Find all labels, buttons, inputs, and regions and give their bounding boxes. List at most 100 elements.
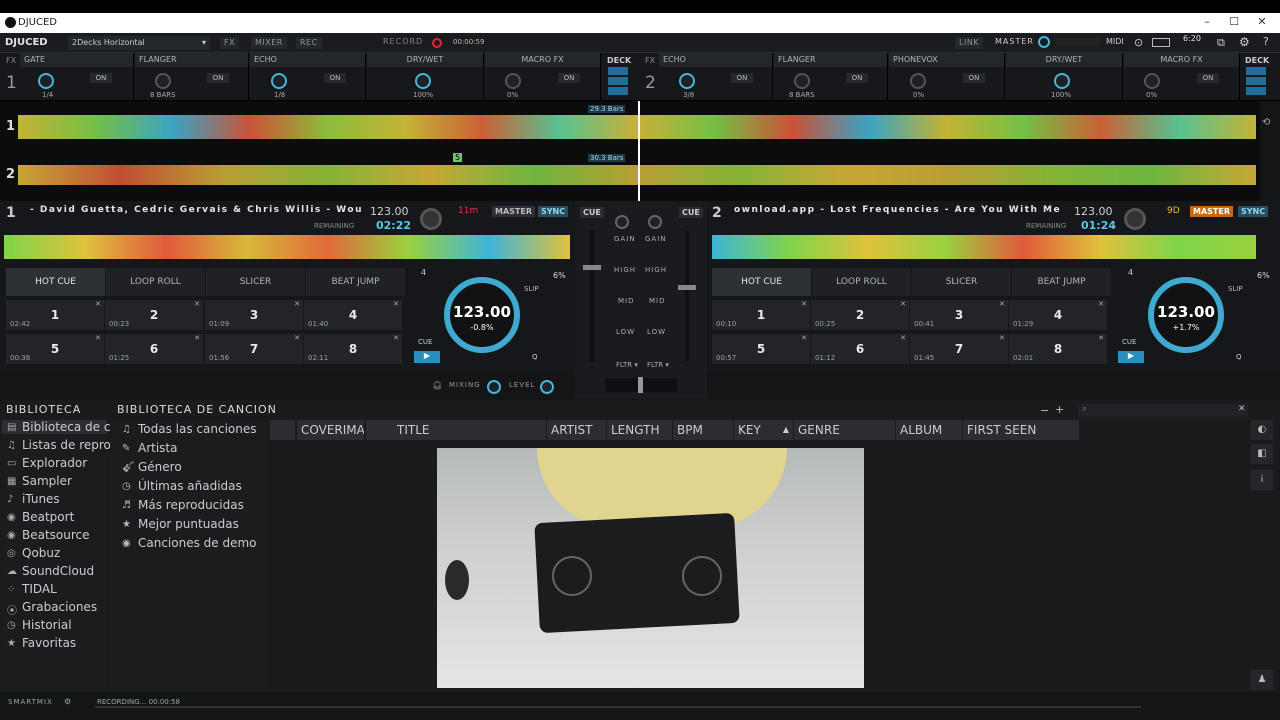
tree-item-all-songs[interactable]: ♫ Todas las canciones [120, 422, 257, 436]
fx-knob[interactable] [679, 73, 695, 89]
mixer-toggle[interactable]: MIXER [251, 37, 287, 49]
fader-cap-right[interactable] [678, 285, 696, 290]
hot-cue-pad[interactable]: 1 00:10 ✕ [712, 300, 810, 330]
deck1-play-button[interactable]: ▶ [414, 351, 440, 363]
column-header-album[interactable]: ALBUM [896, 420, 963, 440]
hot-cue-pad[interactable]: 5 00:38 ✕ [6, 334, 104, 364]
window-mode-icon[interactable]: ⧉ [1217, 36, 1225, 50]
fx-on-button[interactable]: ON [1197, 73, 1219, 83]
settings-gear-icon[interactable]: ⚙ [1239, 35, 1250, 49]
deck1-jog-icon[interactable] [420, 208, 442, 230]
hot-cue-pad[interactable]: 4 01:29 ✕ [1009, 300, 1107, 330]
mixer-cue-right[interactable]: CUE [679, 207, 703, 218]
deck1-loop-size[interactable]: 4 [421, 268, 426, 277]
maximize-button[interactable]: ☐ [1225, 15, 1243, 31]
mixer-cue-left[interactable]: CUE [580, 207, 604, 218]
hot-cue-pad[interactable]: 2 00:25 ✕ [811, 300, 909, 330]
fx-on-button[interactable]: ON [324, 73, 346, 83]
tab-beat-jump[interactable]: BEAT JUMP [306, 268, 405, 296]
pad-clear-icon[interactable]: ✕ [194, 300, 200, 308]
pad-clear-icon[interactable]: ✕ [95, 300, 101, 308]
record-button[interactable] [432, 38, 442, 48]
deck1-sync-button[interactable]: SYNC [538, 206, 569, 217]
sidebar-item-itunes[interactable]: ♪ iTunes [2, 492, 60, 506]
deck2-slip-button[interactable]: SLIP [1228, 285, 1243, 293]
deck2-quantize-button[interactable]: Q [1236, 353, 1242, 361]
column-header-key[interactable]: KEY ▲ [734, 420, 794, 440]
tab-beat-jump[interactable]: BEAT JUMP [1012, 268, 1111, 296]
deck1-pitch-range[interactable]: 6% [553, 271, 566, 280]
deck2-platter[interactable]: 123.00 +1.7% [1148, 277, 1224, 353]
sidebar-item-beatport[interactable]: ◉ Beatport [2, 510, 74, 524]
sidebar-item-soundcloud[interactable]: ☁ SoundCloud [2, 564, 94, 578]
midi-gear-icon[interactable]: ⊙ [1134, 36, 1143, 49]
fx-knob[interactable] [38, 73, 54, 89]
fx-toggle[interactable]: FX [220, 37, 240, 49]
deck2-sync-button[interactable]: SYNC [1238, 206, 1269, 217]
pad-clear-icon[interactable]: ✕ [393, 300, 399, 308]
fx-on-button[interactable]: ON [558, 73, 580, 83]
column-header-coverimage[interactable]: COVERIMA [297, 420, 365, 440]
search-clear-icon[interactable]: ✕ [1238, 404, 1246, 414]
tree-item-top-rated[interactable]: ★ Mejor puntuadas [120, 517, 239, 531]
pad-clear-icon[interactable]: ✕ [294, 300, 300, 308]
deck1-platter[interactable]: 123.00 -0.8% [444, 277, 520, 353]
fx-knob[interactable] [794, 73, 810, 89]
fx-slot-name[interactable]: FLANGER [135, 53, 248, 67]
minimize-button[interactable]: – [1198, 15, 1216, 31]
help-icon[interactable]: ? [1263, 35, 1269, 48]
tab-hot-cue[interactable]: HOT CUE [712, 268, 811, 296]
filter-label-right[interactable]: FLTR ▾ [647, 361, 669, 369]
deck2-pitch-range[interactable]: 6% [1257, 271, 1270, 280]
pad-clear-icon[interactable]: ✕ [1098, 334, 1104, 342]
fx-deck-assign-r[interactable] [1246, 67, 1266, 97]
fx-knob[interactable] [271, 73, 287, 89]
fx-slot-name[interactable]: ECHO [250, 53, 365, 67]
cue-level-knob[interactable] [540, 380, 554, 394]
waveform-deck2[interactable] [18, 165, 1256, 185]
deck2-play-button[interactable]: ▶ [1118, 351, 1144, 363]
tree-item-demo-songs[interactable]: ◉ Canciones de demo [120, 536, 257, 550]
info-icon[interactable]: i [1251, 470, 1273, 490]
panel-side-icon-2[interactable]: ◧ [1251, 444, 1273, 464]
column-header-title[interactable]: TITLE [393, 420, 547, 440]
channel-fader-right[interactable] [685, 231, 689, 361]
hot-cue-pad[interactable]: 1 02:42 ✕ [6, 300, 104, 330]
drywet-knob[interactable] [1054, 73, 1070, 89]
deck1-quantize-button[interactable]: Q [532, 353, 538, 361]
deck2-loop-size[interactable]: 4 [1128, 268, 1133, 277]
crossfader-cap[interactable] [638, 377, 643, 393]
sidebar-item-playlists[interactable]: ♫ Listas de repro [2, 438, 111, 452]
macro-knob[interactable] [505, 73, 521, 89]
hot-cue-pad[interactable]: 6 01:12 ✕ [811, 334, 909, 364]
filter-label-left[interactable]: FLTR ▾ [616, 361, 638, 369]
master-volume-knob[interactable] [1038, 36, 1050, 48]
hot-cue-pad[interactable]: 7 01:56 ✕ [205, 334, 303, 364]
smartmix-gear-icon[interactable]: ⚙ [64, 692, 71, 712]
gain-knob-right[interactable] [648, 215, 662, 229]
deck1-slip-button[interactable]: SLIP [524, 285, 539, 293]
sidebar-item-favorites[interactable]: ★ Favoritas [2, 636, 76, 650]
hot-cue-pad[interactable]: 3 01:09 ✕ [205, 300, 303, 330]
pad-clear-icon[interactable]: ✕ [194, 334, 200, 342]
waveform-deck1[interactable] [18, 115, 1256, 139]
pad-clear-icon[interactable]: ✕ [900, 334, 906, 342]
deck2-master-button[interactable]: MASTER [1190, 206, 1233, 217]
pad-clear-icon[interactable]: ✕ [999, 334, 1005, 342]
sidebar-item-explorer[interactable]: ▭ Explorador [2, 456, 87, 470]
fx-slot-name[interactable]: FLANGER [774, 53, 887, 67]
column-header-genre[interactable]: GENRE [794, 420, 896, 440]
drywet-knob[interactable] [415, 73, 431, 89]
tree-item-artist[interactable]: ✎ Artista [120, 441, 178, 455]
hot-cue-pad[interactable]: 2 00:23 ✕ [105, 300, 203, 330]
pad-clear-icon[interactable]: ✕ [900, 300, 906, 308]
tree-item-recent[interactable]: ◷ Últimas añadidas [120, 479, 242, 493]
sidebar-item-tidal[interactable]: ⁘ TIDAL [2, 582, 57, 596]
fx-deck-assign[interactable] [608, 67, 628, 97]
fx-on-button[interactable]: ON [963, 73, 985, 83]
fx-knob[interactable] [910, 73, 926, 89]
hot-cue-pad[interactable]: 6 01:25 ✕ [105, 334, 203, 364]
waveform-overview[interactable]: 1 2 29.3 Bars 30.3 Bars 5 ⟲ [0, 101, 1270, 201]
pad-clear-icon[interactable]: ✕ [95, 334, 101, 342]
macro-knob[interactable] [1144, 73, 1160, 89]
